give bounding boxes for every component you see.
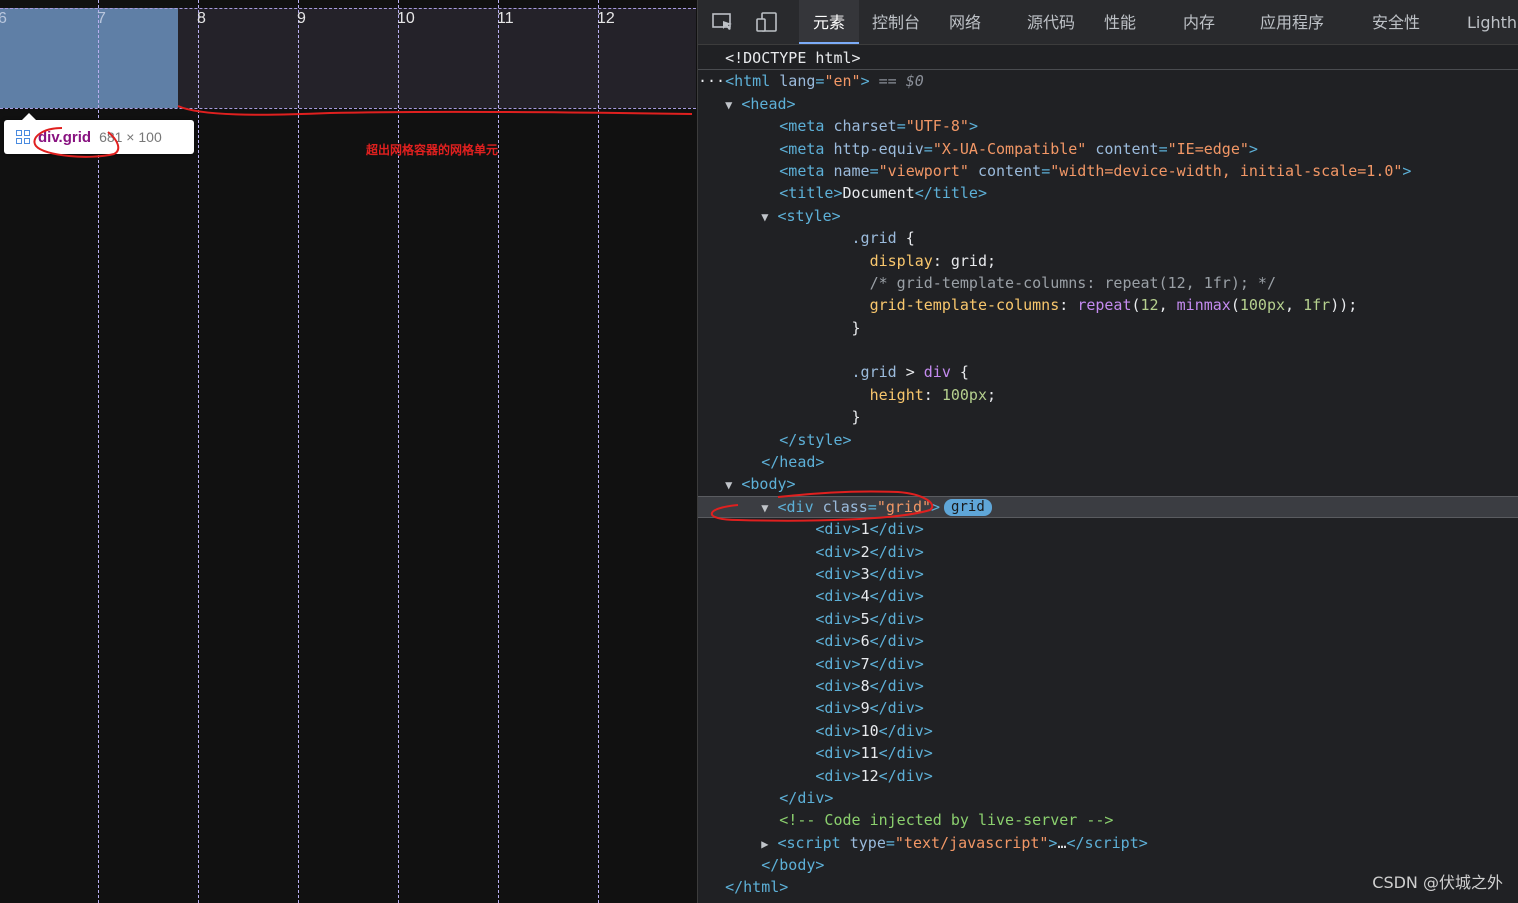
grid-column-line (298, 0, 299, 903)
tree-line-child-div[interactable]: <div>2</div> (698, 541, 1518, 563)
tree-line-grid-div[interactable]: ▼ <div class="grid"> grid (698, 495, 1518, 519)
tree-line-doctype[interactable]: <!DOCTYPE html> (698, 47, 1518, 71)
column-number: 10 (397, 10, 415, 27)
expand-triangle-icon[interactable]: ▼ (725, 98, 732, 112)
grid-column-line (398, 0, 399, 903)
column-number: 11 (497, 10, 514, 27)
tree-line-child-div[interactable]: <div>9</div> (698, 697, 1518, 719)
devtools-toolbar: 元素 控制台 网络 源代码 性能 内存 应用程序 安全性 Lighthouse (698, 0, 1518, 45)
tab-memory[interactable]: 内存 (1183, 0, 1215, 44)
tab-application[interactable]: 应用程序 (1260, 0, 1324, 44)
column-number: 9 (297, 10, 306, 27)
tree-line-child-div[interactable]: <div>1</div> (698, 518, 1518, 540)
grid-top-line (0, 8, 696, 9)
grid-column-line (198, 0, 199, 903)
css-line (698, 339, 1518, 361)
tab-elements[interactable]: 元素 (799, 0, 859, 44)
tree-line-style[interactable]: ▼ <style> (698, 205, 1518, 227)
hovered-grid-cells (0, 8, 178, 108)
column-number: 7 (97, 10, 106, 27)
tab-network[interactable]: 网络 (949, 0, 981, 44)
grid-bottom-line (0, 108, 696, 109)
tab-lighthouse[interactable]: Lighthouse (1467, 0, 1518, 44)
page-viewport: 6 7 8 9 10 11 12 div.grid 681 × 100 超出网格… (0, 0, 696, 903)
css-line: } (851, 408, 861, 427)
tree-line-head[interactable]: ▼ <head> (698, 93, 1518, 115)
annotation-text: 超出网格容器的网格单元 (366, 143, 499, 157)
tree-line-comment[interactable]: <!-- Code injected by live-server --> (698, 809, 1518, 831)
column-number: 6 (0, 10, 7, 27)
tree-line-child-div[interactable]: <div>12</div> (698, 765, 1518, 787)
device-toolbar-icon[interactable] (756, 12, 778, 32)
grid-icon (16, 130, 30, 144)
tree-line-child-div[interactable]: <div>3</div> (698, 563, 1518, 585)
css-comment: /* grid-template-columns: repeat(12, 1fr… (869, 273, 1276, 292)
css-line: height: 100px; (869, 385, 997, 404)
css-line: .grid > div { (851, 363, 969, 382)
tooltip-element-size: 681 × 100 (99, 129, 162, 145)
column-number: 8 (197, 10, 206, 27)
tree-line-child-div[interactable]: <div>6</div> (698, 630, 1518, 652)
tree-line-div-close[interactable]: </div> (698, 787, 1518, 809)
tab-security[interactable]: 安全性 (1372, 0, 1420, 44)
tab-sources[interactable]: 源代码 (1027, 0, 1075, 44)
inspect-tooltip: div.grid 681 × 100 (4, 113, 194, 154)
inspect-element-icon[interactable] (712, 12, 734, 32)
grid-badge[interactable]: grid (944, 498, 992, 516)
grid-column-line (598, 0, 599, 903)
tree-line-child-div[interactable]: <div>7</div> (698, 653, 1518, 675)
tree-line-title[interactable]: <title>Document</title> (698, 182, 1518, 204)
css-line: grid-template-columns: repeat(12, minmax… (869, 296, 1358, 315)
tree-line-child-div[interactable]: <div>11</div> (698, 742, 1518, 764)
elements-tree: <!DOCTYPE html> ···<html lang="en"> == $… (698, 47, 1518, 899)
css-line: display: grid; (869, 251, 997, 270)
column-number: 12 (597, 10, 615, 27)
watermark: CSDN @伏城之外 (1372, 873, 1503, 892)
css-line: } (851, 318, 861, 337)
tab-console[interactable]: 控制台 (872, 0, 920, 44)
tree-line-html[interactable]: ···<html lang="en"> == $0 (698, 70, 1518, 92)
tree-line-meta[interactable]: <meta name="viewport" content="width=dev… (698, 160, 1518, 182)
tree-line-child-div[interactable]: <div>5</div> (698, 608, 1518, 630)
tree-line-body[interactable]: ▼ <body> (698, 473, 1518, 495)
tooltip-element-name: div.grid (38, 128, 92, 146)
expand-triangle-icon[interactable]: ▼ (761, 210, 768, 224)
tree-line-child-div[interactable]: <div>8</div> (698, 675, 1518, 697)
devtools-panel: 元素 控制台 网络 源代码 性能 内存 应用程序 安全性 Lighthouse … (697, 0, 1518, 903)
tab-performance[interactable]: 性能 (1104, 0, 1136, 44)
tree-line-meta[interactable]: <meta http-equiv="X-UA-Compatible" conte… (698, 138, 1518, 160)
expand-triangle-icon[interactable]: ▼ (725, 478, 732, 492)
css-line: .grid { (851, 229, 915, 248)
collapse-triangle-icon[interactable]: ▶ (761, 837, 768, 851)
tree-line-head-close[interactable]: </head> (698, 451, 1518, 473)
tree-line-style-close[interactable]: </style> (698, 429, 1518, 451)
tree-line-meta[interactable]: <meta charset="UTF-8"> (698, 115, 1518, 137)
tree-line-child-div[interactable]: <div>10</div> (698, 720, 1518, 742)
tree-line-child-div[interactable]: <div>4</div> (698, 585, 1518, 607)
grid-column-line (498, 0, 499, 903)
tree-line-script[interactable]: ▶ <script type="text/javascript">…</scri… (698, 832, 1518, 854)
expand-triangle-icon[interactable]: ▼ (761, 501, 768, 515)
